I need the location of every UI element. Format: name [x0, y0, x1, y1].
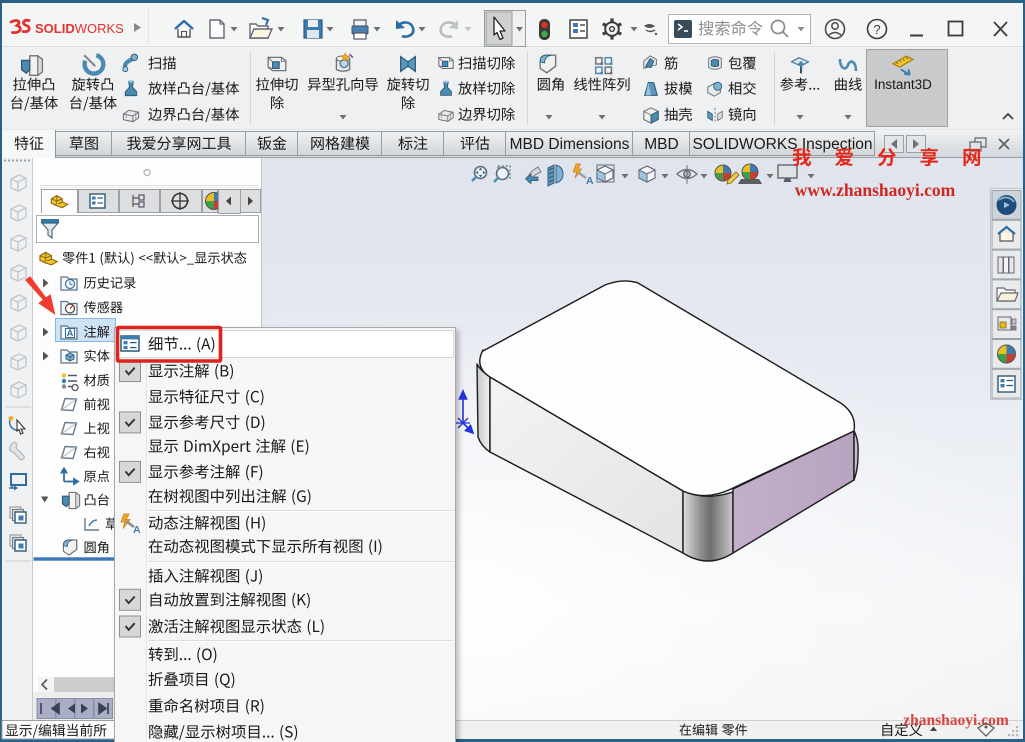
svg-text:A: A	[67, 328, 74, 338]
